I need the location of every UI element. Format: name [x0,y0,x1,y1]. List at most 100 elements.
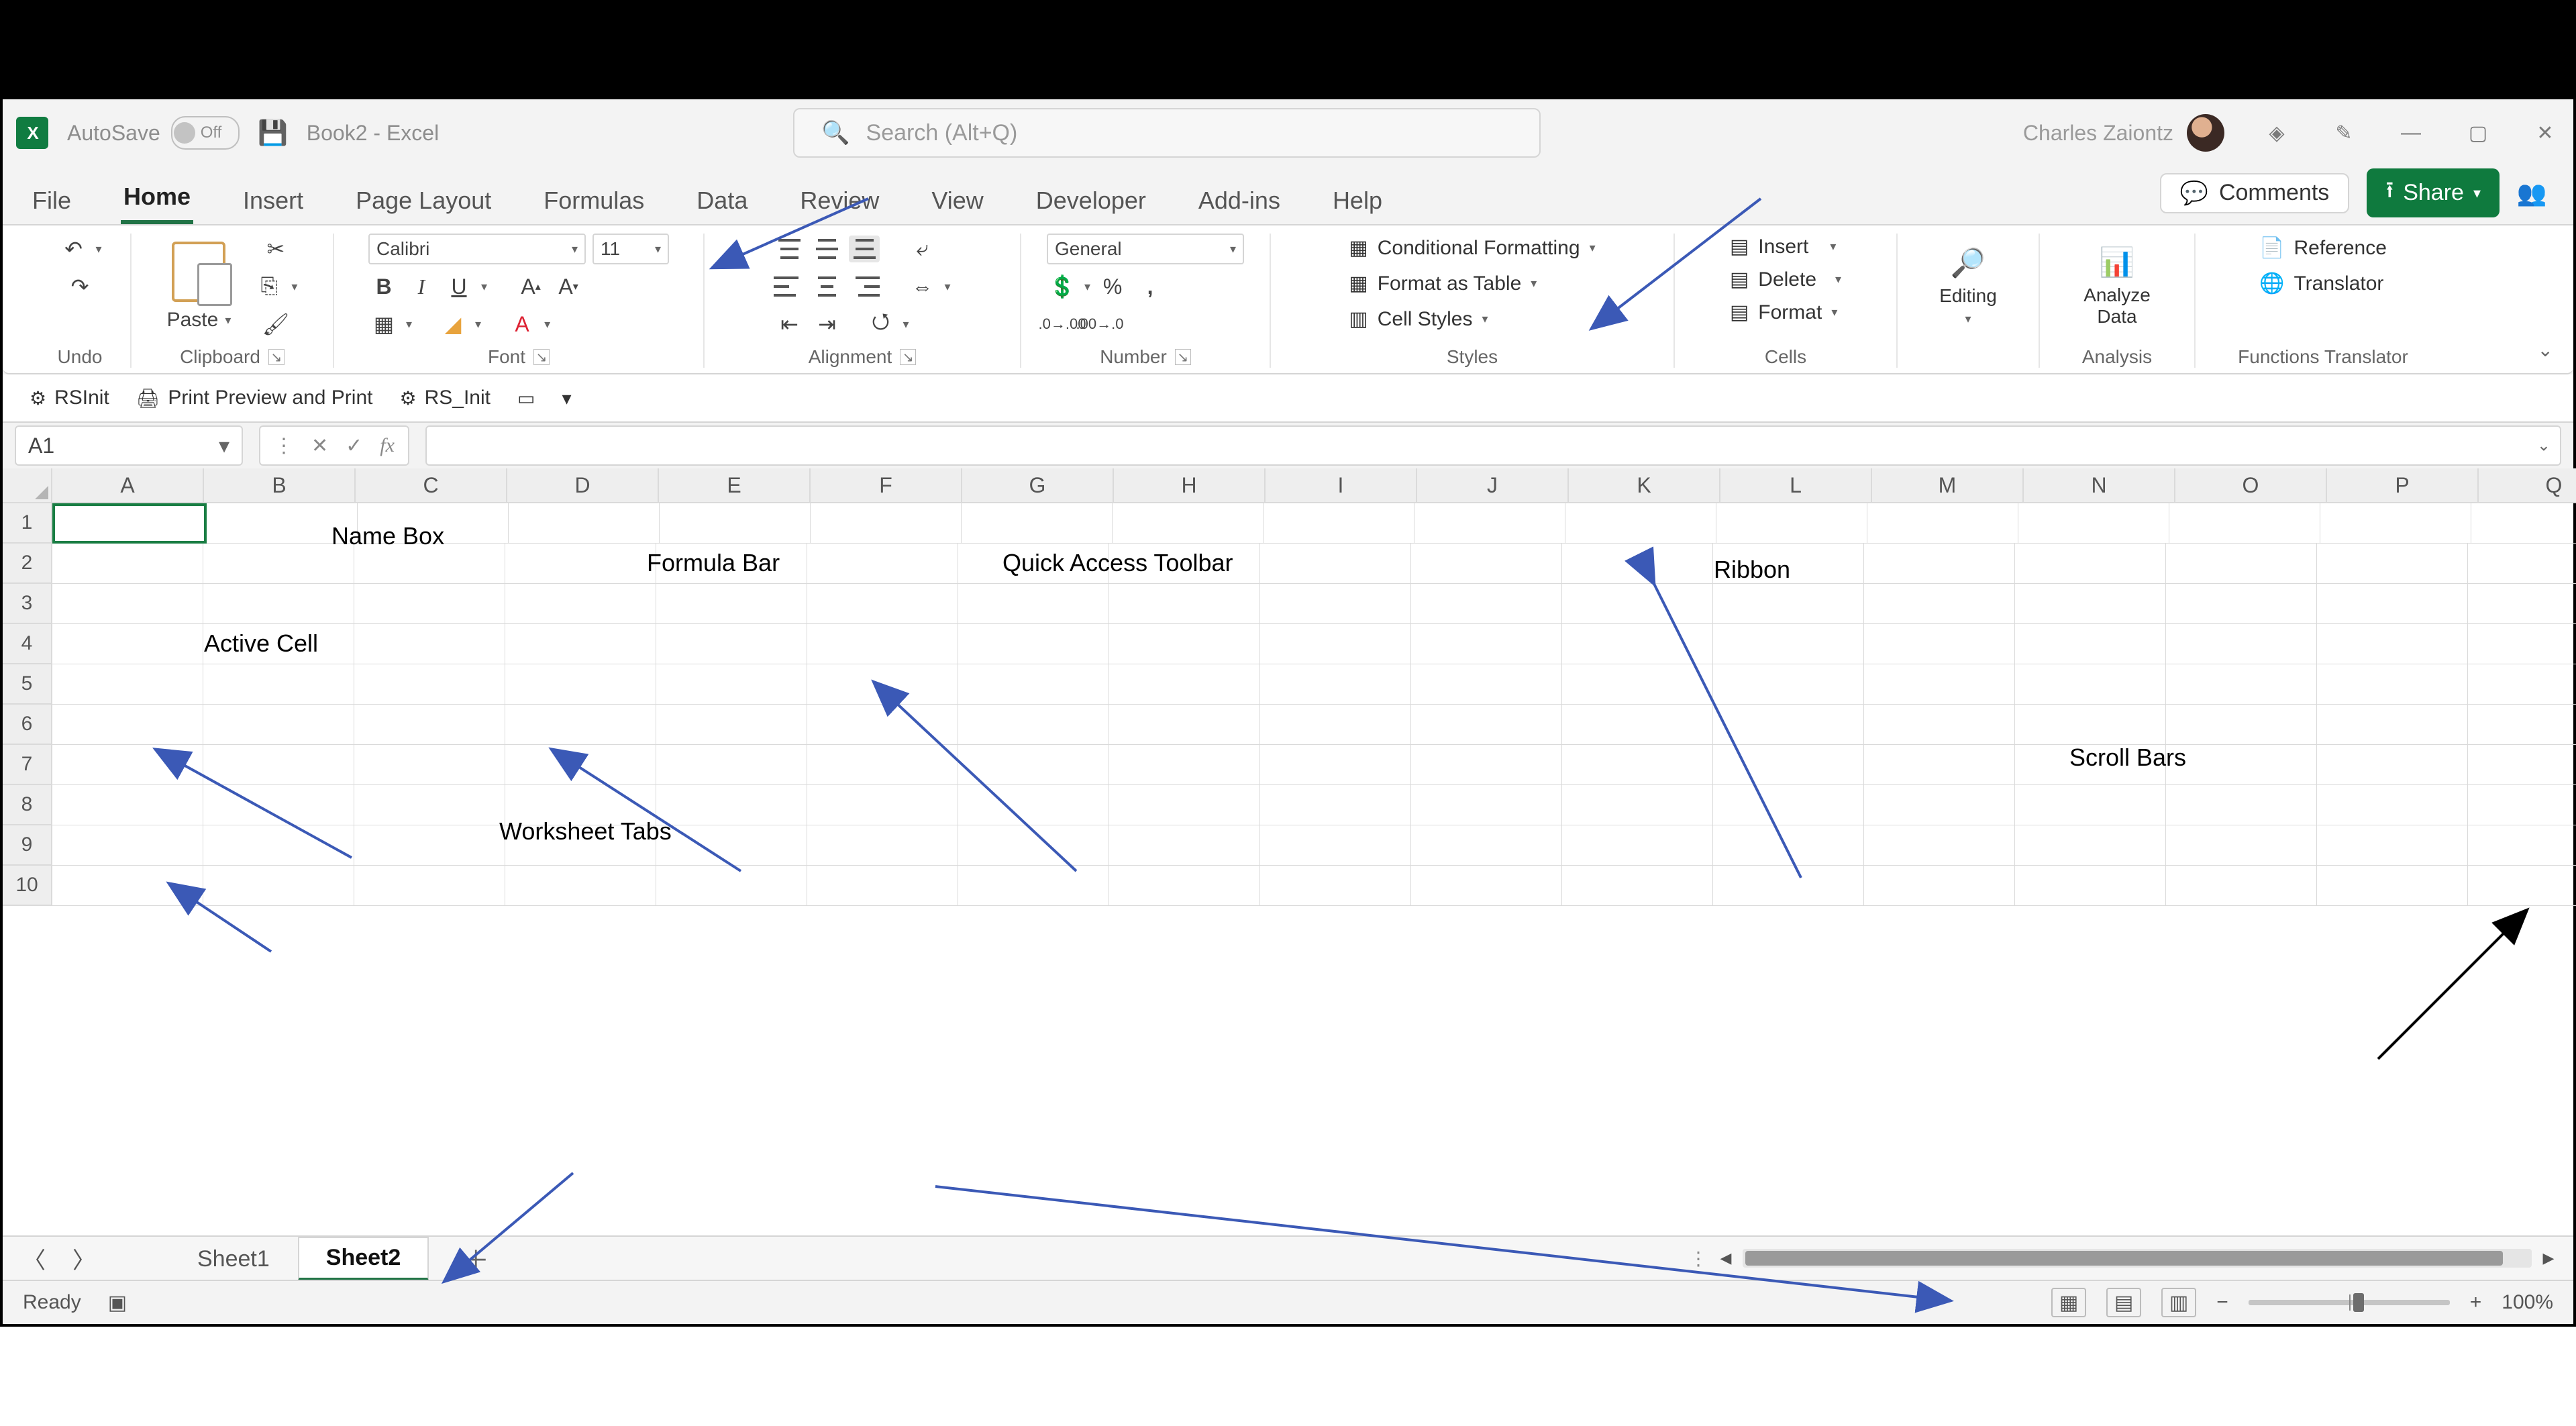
cell[interactable] [1864,624,2015,664]
select-all-button[interactable] [3,468,52,502]
page-break-view-button[interactable]: ▥ [2161,1288,2196,1317]
cell[interactable] [52,785,203,825]
cell[interactable] [354,785,505,825]
cell[interactable] [2166,705,2317,745]
cell[interactable] [1716,503,1867,544]
cell[interactable] [505,544,656,584]
cell[interactable] [1864,664,2015,705]
next-sheet-icon[interactable]: 〉 [72,1242,95,1275]
maximize-button[interactable]: ▢ [2463,118,2493,148]
cell[interactable] [1411,584,1562,624]
cell[interactable] [2018,503,2169,544]
cell[interactable] [1411,866,1562,906]
cell[interactable] [1411,825,1562,866]
row-header[interactable]: 6 [3,705,52,745]
cell[interactable] [2471,503,2576,544]
tab-home[interactable]: Home [121,183,193,224]
underline-button[interactable]: U [444,271,474,302]
cell[interactable] [1113,503,1264,544]
sheet-tab[interactable]: Sheet1 [169,1238,298,1280]
scroll-left-icon[interactable]: ◀ [1714,1247,1737,1270]
cell[interactable] [807,866,958,906]
user-account[interactable]: Charles Zaiontz [2023,114,2224,152]
col-header[interactable]: H [1114,468,1266,502]
cell[interactable] [2468,584,2576,624]
cell[interactable] [807,745,958,785]
dialog-launcher-icon[interactable]: ↘ [533,349,550,365]
cell[interactable] [1411,624,1562,664]
decrease-decimal-icon[interactable]: .00→.0 [1084,309,1115,340]
cut-icon[interactable]: ✂ [260,234,291,264]
cell[interactable] [52,745,203,785]
orientation-icon[interactable]: ⭯ [865,309,896,340]
merge-center-icon[interactable]: ⇔ [907,271,937,302]
row-header[interactable]: 8 [3,785,52,825]
cell[interactable] [2015,664,2166,705]
decrease-font-icon[interactable]: A▾ [553,271,584,302]
sheet-tab[interactable]: Sheet2 [298,1237,429,1280]
cell[interactable] [1109,705,1260,745]
cell[interactable] [2468,624,2576,664]
cell[interactable] [1864,584,2015,624]
cell[interactable] [203,866,354,906]
paste-button[interactable]: Paste▾ [167,242,231,332]
align-left-icon[interactable] [774,273,805,300]
cell[interactable] [656,745,807,785]
tab-page-layout[interactable]: Page Layout [353,187,494,224]
cell-styles-button[interactable]: ▥Cell Styles▾ [1345,305,1492,334]
fx-icon[interactable]: fx [380,434,395,457]
delete-cells-button[interactable]: ▤Delete▾ [1726,266,1845,293]
col-header[interactable]: E [659,468,811,502]
normal-view-button[interactable]: ▦ [2051,1288,2086,1317]
presence-icon[interactable]: 👥 [2517,179,2546,208]
cell[interactable] [1411,705,1562,745]
cell[interactable] [807,584,958,624]
cell[interactable] [1260,705,1411,745]
cell[interactable] [1864,825,2015,866]
cell[interactable] [1713,664,1864,705]
cell[interactable] [1864,745,2015,785]
cell[interactable] [1109,745,1260,785]
col-header[interactable]: Q [2479,468,2576,502]
insert-cells-button[interactable]: ▤Insert▾ [1726,234,1840,260]
dialog-launcher-icon[interactable]: ↘ [900,349,916,365]
cancel-icon[interactable]: ✕ [311,434,328,458]
wrap-text-icon[interactable]: ⤶ [907,234,937,264]
cell[interactable] [958,705,1109,745]
col-header[interactable]: G [962,468,1114,502]
cell[interactable] [1562,825,1713,866]
cell[interactable] [1864,544,2015,584]
cell[interactable] [2166,664,2317,705]
cell[interactable] [203,785,354,825]
cell[interactable] [807,825,958,866]
cell[interactable] [52,664,203,705]
cell[interactable] [2166,825,2317,866]
cell[interactable] [1411,544,1562,584]
cell[interactable] [203,664,354,705]
cell[interactable] [958,624,1109,664]
cell[interactable] [2015,624,2166,664]
cell[interactable] [962,503,1113,544]
coming-soon-icon[interactable]: ✎ [2329,118,2359,148]
cell[interactable] [505,584,656,624]
cell[interactable] [1562,584,1713,624]
cell[interactable] [505,866,656,906]
cell[interactable] [2015,705,2166,745]
align-middle-icon[interactable] [811,236,842,262]
decrease-indent-icon[interactable]: ⇤ [774,309,805,340]
row-header[interactable]: 7 [3,745,52,785]
cell[interactable] [1562,624,1713,664]
zoom-in-icon[interactable]: + [2470,1291,2482,1314]
cell[interactable] [2166,785,2317,825]
cell[interactable] [2468,664,2576,705]
cell[interactable] [656,664,807,705]
close-button[interactable]: ✕ [2530,118,2560,148]
cell[interactable] [505,664,656,705]
cell[interactable] [2015,866,2166,906]
cell[interactable] [1713,705,1864,745]
col-header[interactable]: A [52,468,204,502]
cell[interactable] [1411,785,1562,825]
align-top-icon[interactable] [774,236,805,262]
cell[interactable] [1260,785,1411,825]
cell[interactable] [203,705,354,745]
